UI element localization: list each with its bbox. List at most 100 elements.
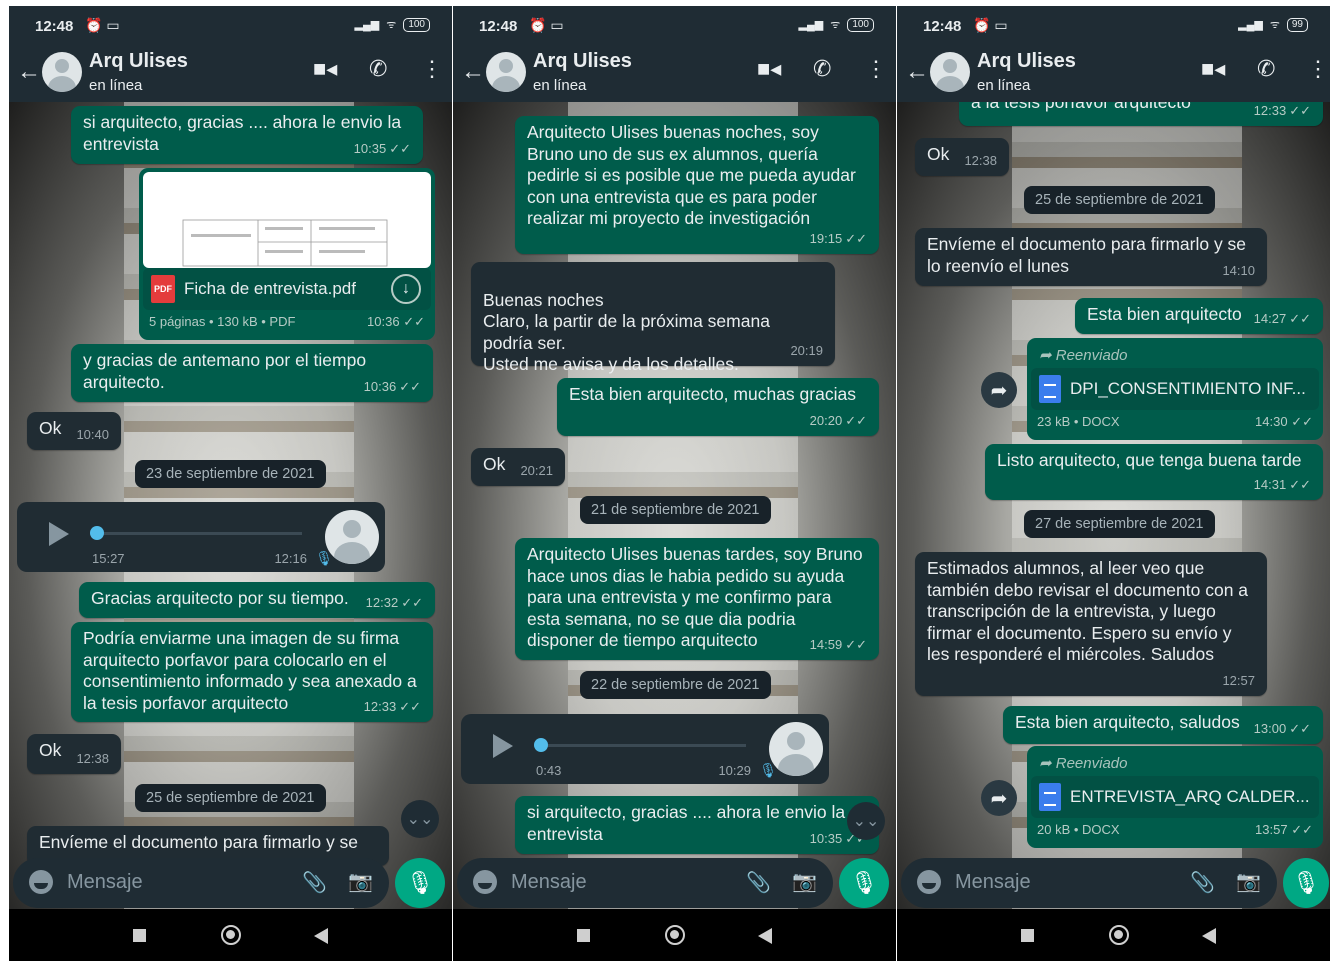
camera-icon[interactable]: 📷 xyxy=(1236,869,1261,894)
phone-icon[interactable]: ✆ xyxy=(813,56,831,82)
camera-icon[interactable]: 📷 xyxy=(348,869,373,894)
message-bubble[interactable]: Estimados alumnos, al leer veo que tambi… xyxy=(915,552,1267,696)
message-bubble[interactable]: Ok 20:21 xyxy=(471,448,565,486)
back-nav-icon[interactable] xyxy=(758,928,772,944)
microphone-button[interactable]: 🎙 xyxy=(839,858,889,908)
message-input[interactable]: Mensaje xyxy=(67,871,143,894)
message-composer[interactable]: Mensaje 📎 📷 xyxy=(13,858,389,908)
message-bubble[interactable]: Ok 12:38 xyxy=(27,734,121,774)
back-nav-icon[interactable] xyxy=(314,928,328,944)
recents-icon[interactable] xyxy=(1021,929,1034,942)
play-icon[interactable] xyxy=(49,522,69,546)
avatar[interactable] xyxy=(486,52,526,92)
arrow-left-icon[interactable]: ← xyxy=(461,58,485,86)
battery-icon: 99 xyxy=(1286,17,1308,32)
document-name: Ficha de entrevista.pdf xyxy=(184,279,356,298)
play-icon[interactable] xyxy=(493,734,513,758)
message-bubble[interactable]: si arquitecto, gracias .... ahora le env… xyxy=(71,106,423,164)
chat-area[interactable]: si arquitecto, gracias .... ahora le env… xyxy=(9,102,452,961)
double-check-icon: ✓✓ xyxy=(401,594,423,610)
message-bubble[interactable]: Ok 10:40 xyxy=(27,412,121,450)
message-bubble[interactable]: Ok 12:38 xyxy=(915,138,1009,176)
contact-name[interactable]: Arq Ulises xyxy=(977,50,1076,73)
phone-icon[interactable]: ✆ xyxy=(1257,56,1275,82)
docx-icon xyxy=(1039,783,1061,811)
message-bubble[interactable]: Buenas noches Claro, la partir de la pró… xyxy=(471,262,835,374)
message-bubble[interactable]: y gracias de antemano por el tiempo arqu… xyxy=(71,344,433,402)
message-composer[interactable]: Mensaje 📎 📷 xyxy=(901,858,1277,908)
chat-area[interactable]: Arquitecto Ulises buenas noches, soy Bru… xyxy=(453,102,896,961)
kebab-menu-icon[interactable]: ⋮ xyxy=(865,56,887,82)
document-meta: 20 kB • DOCX 13:57 ✓✓ xyxy=(1031,818,1319,840)
kebab-menu-icon[interactable]: ⋮ xyxy=(421,56,443,82)
video-call-icon[interactable]: ■◂ xyxy=(313,56,337,82)
paperclip-icon[interactable]: 📎 xyxy=(1190,870,1215,895)
video-call-icon[interactable]: ■◂ xyxy=(757,56,781,82)
avatar[interactable] xyxy=(42,52,82,92)
back-nav-icon[interactable] xyxy=(1202,928,1216,944)
paperclip-icon[interactable]: 📎 xyxy=(302,870,327,895)
scroll-down-icon[interactable]: ⌄⌄ xyxy=(401,800,439,838)
forward-icon[interactable]: ➦ xyxy=(981,372,1017,408)
message-bubble[interactable]: Esta bien arquitecto, muchas gracias 20:… xyxy=(557,378,879,436)
download-icon[interactable]: ↓ xyxy=(391,274,421,304)
message-text: Ok xyxy=(927,144,950,164)
message-bubble[interactable]: Podría enviarme una imagen de su firma a… xyxy=(71,622,433,722)
home-icon[interactable] xyxy=(221,925,241,945)
message-bubble[interactable]: Listo arquitecto, que tenga buena tarde … xyxy=(985,444,1323,500)
contact-name[interactable]: Arq Ulises xyxy=(533,50,632,73)
message-bubble[interactable]: Gracias arquitecto por su tiempo. 12:32 ✓… xyxy=(79,582,435,618)
phone-icon[interactable]: ✆ xyxy=(369,56,387,82)
message-input[interactable]: Mensaje xyxy=(955,871,1031,894)
emoji-icon[interactable] xyxy=(473,870,497,894)
double-check-icon: ✓✓ xyxy=(1289,476,1311,492)
message-time: 14:31 xyxy=(1253,476,1287,492)
video-call-icon[interactable]: ■◂ xyxy=(1201,56,1225,82)
kebab-menu-icon[interactable]: ⋮ xyxy=(1307,56,1329,82)
document-meta: 5 páginas • 130 kB • PDF 10:36 ✓✓ xyxy=(143,310,431,332)
microphone-button[interactable]: 🎙 xyxy=(395,858,445,908)
emoji-icon[interactable] xyxy=(917,870,941,894)
message-bubble[interactable]: si arquitecto, gracias .... ahora le env… xyxy=(515,796,879,854)
message-time: 12:38 xyxy=(76,750,109,766)
voice-progress[interactable] xyxy=(541,744,746,747)
voice-scrubber[interactable] xyxy=(534,738,548,752)
camera-icon[interactable]: 📷 xyxy=(792,869,817,894)
message-bubble[interactable]: Envíeme el documento para firmarlo y se … xyxy=(915,228,1267,286)
date-chip: 27 de septiembre de 2021 xyxy=(1024,510,1215,538)
home-icon[interactable] xyxy=(1109,925,1129,945)
chat-area[interactable]: a la tesis porfavor arquitecto 12:33 ✓✓ O… xyxy=(897,102,1330,961)
avatar[interactable] xyxy=(930,52,970,92)
message-text: si arquitecto, gracias .... ahora le env… xyxy=(527,802,846,844)
forward-icon[interactable]: ➦ xyxy=(981,780,1017,816)
message-input[interactable]: Mensaje xyxy=(511,871,587,894)
contact-name[interactable]: Arq Ulises xyxy=(89,50,188,73)
scroll-down-icon[interactable]: ⌄⌄ xyxy=(847,802,885,840)
arrow-left-icon[interactable]: ← xyxy=(17,58,41,86)
voice-message[interactable]: 15:27 12:16 🎙 xyxy=(17,502,385,572)
document-message[interactable]: ➦ Reenviado ENTREVISTA_ARQ CALDER... 20 … xyxy=(1027,746,1323,848)
message-bubble[interactable]: a la tesis porfavor arquitecto 12:33 ✓✓ xyxy=(959,102,1323,126)
message-bubble[interactable]: Esta bien arquitecto, saludos 13:00 ✓✓ xyxy=(1003,706,1323,744)
double-check-icon: ✓✓ xyxy=(1289,102,1311,118)
message-time: 19:15 xyxy=(809,230,843,246)
message-bubble[interactable]: Arquitecto Ulises buenas noches, soy Bru… xyxy=(515,116,879,254)
home-icon[interactable] xyxy=(665,925,685,945)
message-bubble[interactable]: Arquitecto Ulises buenas tardes, soy Bru… xyxy=(515,538,879,660)
document-name: ENTREVISTA_ARQ CALDER... xyxy=(1070,787,1310,806)
paperclip-icon[interactable]: 📎 xyxy=(746,870,771,895)
recents-icon[interactable] xyxy=(133,929,146,942)
emoji-icon[interactable] xyxy=(29,870,53,894)
arrow-left-icon[interactable]: ← xyxy=(905,58,929,86)
document-message[interactable]: ➦ Reenviado DPI_CONSENTIMIENTO INF... 23… xyxy=(1027,338,1323,440)
document-info: 20 kB • DOCX xyxy=(1037,822,1120,837)
voice-scrubber[interactable] xyxy=(90,526,104,540)
date-chip: 21 de septiembre de 2021 xyxy=(580,496,771,524)
document-message[interactable]: PDF Ficha de entrevista.pdf ↓ 5 páginas … xyxy=(139,168,435,340)
voice-message[interactable]: 0:43 10:29 🎙 xyxy=(461,714,829,784)
voice-progress[interactable] xyxy=(97,532,302,535)
message-composer[interactable]: Mensaje 📎 📷 xyxy=(457,858,833,908)
recents-icon[interactable] xyxy=(577,929,590,942)
message-bubble[interactable]: Esta bien arquitecto 14:27 ✓✓ xyxy=(1075,298,1323,334)
microphone-button[interactable]: 🎙 xyxy=(1283,858,1329,908)
